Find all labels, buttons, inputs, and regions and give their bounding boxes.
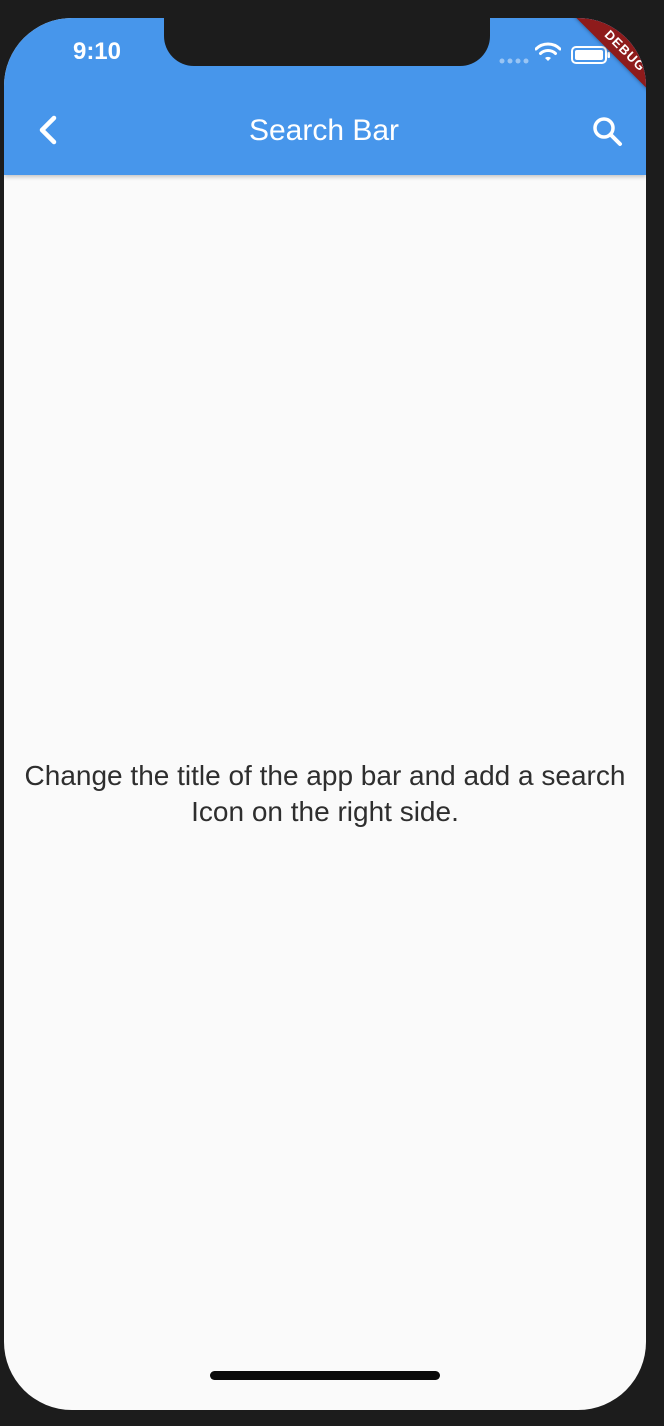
search-icon (593, 117, 622, 146)
status-time: 9:10 (72, 38, 122, 65)
body-message: Change the title of the app bar and add … (24, 760, 626, 827)
device-notch (164, 18, 490, 66)
back-button[interactable] (30, 110, 70, 150)
chevron-left-icon (39, 115, 57, 145)
home-indicator[interactable] (210, 1371, 440, 1380)
device-frame: 9:10 Search Bar DEBUG Change the title o… (0, 0, 664, 1426)
cellular-signal-icon (499, 58, 529, 64)
page-title: Search Bar (248, 114, 400, 147)
search-button[interactable] (590, 114, 626, 150)
debug-banner: DEBUG (546, 18, 646, 118)
debug-banner-label: DEBUG (564, 18, 646, 112)
app-screen: 9:10 Search Bar DEBUG Change the title o… (4, 18, 646, 1410)
